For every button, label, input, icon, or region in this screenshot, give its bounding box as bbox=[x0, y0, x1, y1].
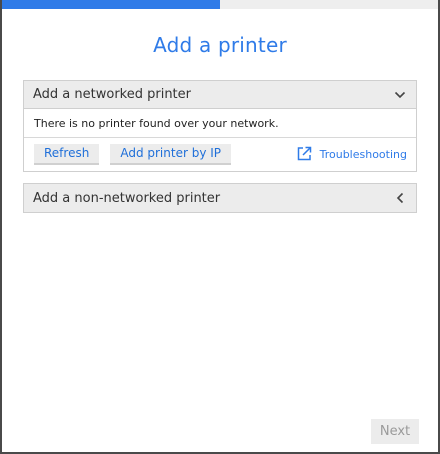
wizard-progress-bar bbox=[2, 0, 438, 9]
non-networked-printer-section: Add a non-networked printer bbox=[23, 183, 417, 213]
non-networked-printer-header[interactable]: Add a non-networked printer bbox=[24, 184, 416, 212]
chevron-down-icon bbox=[393, 88, 407, 102]
networked-actions-bar: Refresh Add printer by IP Troubleshootin… bbox=[24, 138, 416, 170]
no-printer-message: There is no printer found over your netw… bbox=[24, 109, 416, 138]
page-title: Add a printer bbox=[153, 33, 287, 57]
next-button[interactable]: Next bbox=[371, 419, 419, 444]
networked-printer-section: Add a networked printer There is no prin… bbox=[23, 80, 417, 172]
external-link-icon bbox=[295, 145, 313, 163]
refresh-button[interactable]: Refresh bbox=[34, 143, 100, 165]
networked-printer-header-label: Add a networked printer bbox=[33, 87, 191, 102]
networked-printer-header[interactable]: Add a networked printer bbox=[24, 81, 416, 109]
wizard-progress-fill bbox=[2, 0, 220, 9]
add-printer-window: Add a printer Add a networked printer Th… bbox=[0, 0, 440, 454]
non-networked-printer-header-label: Add a non-networked printer bbox=[33, 190, 221, 206]
troubleshooting-link[interactable]: Troubleshooting bbox=[295, 145, 407, 163]
chevron-left-icon bbox=[393, 191, 407, 205]
add-printer-by-ip-button[interactable]: Add printer by IP bbox=[110, 143, 232, 165]
troubleshooting-label: Troubleshooting bbox=[319, 147, 407, 161]
